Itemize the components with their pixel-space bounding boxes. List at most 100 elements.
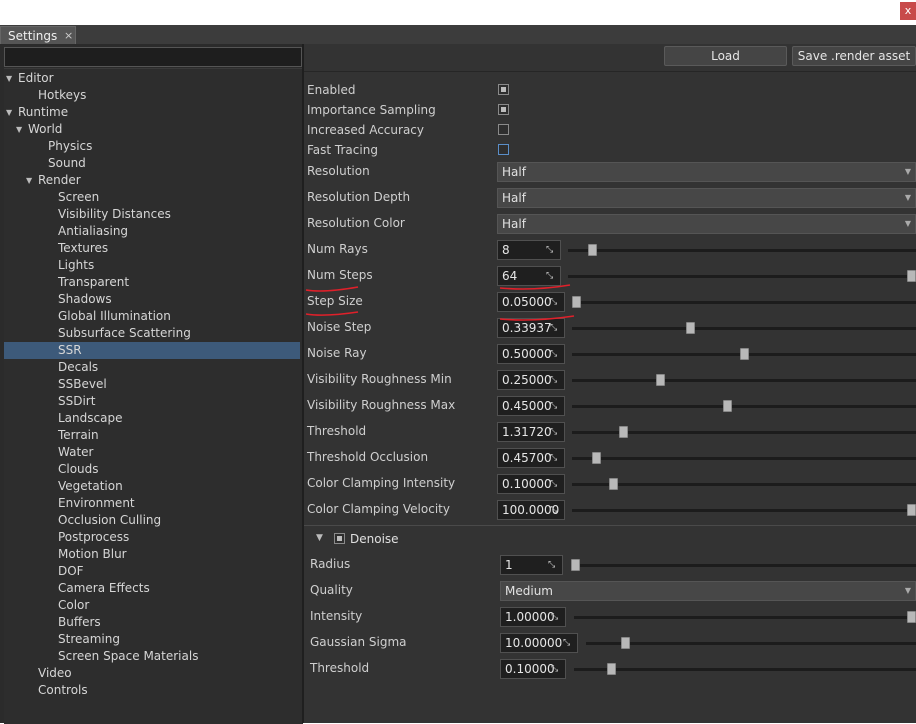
tree-item-antialiasing[interactable]: Antialiasing <box>4 223 300 240</box>
tree-item-color[interactable]: Color <box>4 597 300 614</box>
radius-field[interactable]: 1 ⤡ <box>500 555 563 575</box>
tree-item-sound[interactable]: Sound <box>4 155 300 172</box>
threshold-occlusion-slider-track[interactable] <box>572 457 916 460</box>
tree-item-postprocess[interactable]: Postprocess <box>4 529 300 546</box>
tree-item-occlusion-culling[interactable]: Occlusion Culling <box>4 512 300 529</box>
radius-slider-thumb[interactable] <box>571 559 580 571</box>
num-steps-slider-thumb[interactable] <box>907 270 916 282</box>
num-steps-slider-track[interactable] <box>568 275 916 278</box>
num-rays-slider-thumb[interactable] <box>588 244 597 256</box>
importance-sampling-checkbox[interactable] <box>498 104 509 115</box>
num-rays-slider-track[interactable] <box>568 249 916 252</box>
tree-item-screen-space-materials[interactable]: Screen Space Materials <box>4 648 300 665</box>
tree-item-vegetation[interactable]: Vegetation <box>4 478 300 495</box>
triangle-down-icon[interactable]: ▼ <box>16 121 22 138</box>
tree-item-screen[interactable]: Screen <box>4 189 300 206</box>
intensity-slider-thumb[interactable] <box>907 611 916 623</box>
tree-item-ssr[interactable]: SSR <box>4 342 300 359</box>
gaussian-sigma-slider-thumb[interactable] <box>621 637 630 649</box>
resize-icon[interactable]: ⤡ <box>550 479 560 489</box>
tree-item-subsurface-scattering[interactable]: Subsurface Scattering <box>4 325 300 342</box>
increased-accuracy-checkbox[interactable] <box>498 124 509 135</box>
gaussian-sigma-field[interactable]: 10.00000 ⤡ <box>500 633 578 653</box>
color-clamping-intensity-slider-thumb[interactable] <box>609 478 618 490</box>
tree-item-hotkeys[interactable]: Hotkeys <box>4 87 300 104</box>
resize-icon[interactable]: ⤡ <box>550 375 560 385</box>
tree-item-clouds[interactable]: Clouds <box>4 461 300 478</box>
threshold-slider-thumb[interactable] <box>607 663 616 675</box>
denoise-enabled-checkbox[interactable] <box>334 533 345 544</box>
tree-item-visibility-distances[interactable]: Visibility Distances <box>4 206 300 223</box>
color-clamping-intensity-field[interactable]: 0.10000 ⤡ <box>497 474 565 494</box>
visibility-roughness-max-slider-track[interactable] <box>572 405 916 408</box>
num-steps-field[interactable]: 64 ⤡ <box>497 266 561 286</box>
tree-item-physics[interactable]: Physics <box>4 138 300 155</box>
visibility-roughness-min-field[interactable]: 0.25000 ⤡ <box>497 370 565 390</box>
quality-dropdown[interactable]: Medium ▼ <box>500 581 916 601</box>
enabled-checkbox[interactable] <box>498 84 509 95</box>
step-size-slider-thumb[interactable] <box>572 296 581 308</box>
threshold-occlusion-slider-thumb[interactable] <box>592 452 601 464</box>
resize-icon[interactable]: ⤡ <box>551 612 561 622</box>
step-size-field[interactable]: 0.05000 ⤡ <box>497 292 565 312</box>
chevron-down-icon[interactable]: ▼ <box>905 163 911 181</box>
tree-item-render[interactable]: ▼ Render <box>4 172 300 189</box>
tree-item-world[interactable]: ▼ World <box>4 121 300 138</box>
tab-settings[interactable]: Settings × <box>0 26 76 44</box>
resolution-depth-dropdown[interactable]: Half ▼ <box>497 188 916 208</box>
resize-icon[interactable]: ⤡ <box>548 560 558 570</box>
tree-item-shadows[interactable]: Shadows <box>4 291 300 308</box>
resize-icon[interactable]: ⤡ <box>550 427 560 437</box>
noise-step-slider-track[interactable] <box>572 327 916 330</box>
threshold-field[interactable]: 0.10000 ⤡ <box>500 659 566 679</box>
tree-item-video[interactable]: Video <box>4 665 300 682</box>
triangle-down-icon[interactable]: ▼ <box>6 104 12 121</box>
tree-item-controls[interactable]: Controls <box>4 682 300 699</box>
tree-item-lights[interactable]: Lights <box>4 257 300 274</box>
resize-icon[interactable]: ⤡ <box>550 323 560 333</box>
fast-tracing-checkbox[interactable] <box>498 144 509 155</box>
color-clamping-intensity-slider-track[interactable] <box>572 483 916 486</box>
resize-icon[interactable]: ⤡ <box>563 638 573 648</box>
resolution-dropdown[interactable]: Half ▼ <box>497 162 916 182</box>
resize-icon[interactable]: ⤡ <box>550 349 560 359</box>
tree-item-water[interactable]: Water <box>4 444 300 461</box>
resize-icon[interactable]: ⤡ <box>546 271 556 281</box>
resize-icon[interactable]: ⤡ <box>550 401 560 411</box>
tree-item-ssdirt[interactable]: SSDirt <box>4 393 300 410</box>
visibility-roughness-max-field[interactable]: 0.45000 ⤡ <box>497 396 565 416</box>
num-rays-field[interactable]: 8 ⤡ <box>497 240 561 260</box>
tree-item-camera-effects[interactable]: Camera Effects <box>4 580 300 597</box>
search-input[interactable] <box>4 47 302 67</box>
visibility-roughness-max-slider-thumb[interactable] <box>723 400 732 412</box>
triangle-down-icon[interactable]: ▼ <box>6 70 12 87</box>
threshold-field[interactable]: 1.31720 ⤡ <box>497 422 565 442</box>
visibility-roughness-min-slider-thumb[interactable] <box>656 374 665 386</box>
resolution-color-dropdown[interactable]: Half ▼ <box>497 214 916 234</box>
visibility-roughness-min-slider-track[interactable] <box>572 379 916 382</box>
denoise-expand-icon[interactable]: ▼ <box>316 533 323 543</box>
tree-item-runtime[interactable]: ▼ Runtime <box>4 104 300 121</box>
tree-item-landscape[interactable]: Landscape <box>4 410 300 427</box>
threshold-slider-track[interactable] <box>574 668 916 671</box>
resize-icon[interactable]: ⤡ <box>551 664 561 674</box>
noise-ray-slider-thumb[interactable] <box>740 348 749 360</box>
noise-step-slider-thumb[interactable] <box>686 322 695 334</box>
tree-item-textures[interactable]: Textures <box>4 240 300 257</box>
tree-item-editor[interactable]: ▼ Editor <box>4 70 300 87</box>
color-clamping-velocity-slider-track[interactable] <box>572 509 916 512</box>
load-button[interactable]: Load <box>664 46 787 66</box>
intensity-field[interactable]: 1.00000 ⤡ <box>500 607 566 627</box>
close-icon[interactable]: x <box>900 2 916 20</box>
radius-slider-track[interactable] <box>571 564 916 567</box>
chevron-down-icon[interactable]: ▼ <box>905 215 911 233</box>
gaussian-sigma-slider-track[interactable] <box>586 642 916 645</box>
color-clamping-velocity-field[interactable]: 100.0000 ⤡ <box>497 500 565 520</box>
threshold-occlusion-field[interactable]: 0.45700 ⤡ <box>497 448 565 468</box>
resize-icon[interactable]: ⤡ <box>550 505 560 515</box>
triangle-down-icon[interactable]: ▼ <box>26 172 32 189</box>
tab-close-icon[interactable]: × <box>64 29 73 42</box>
threshold-slider-thumb[interactable] <box>619 426 628 438</box>
tree-item-dof[interactable]: DOF <box>4 563 300 580</box>
resize-icon[interactable]: ⤡ <box>550 453 560 463</box>
